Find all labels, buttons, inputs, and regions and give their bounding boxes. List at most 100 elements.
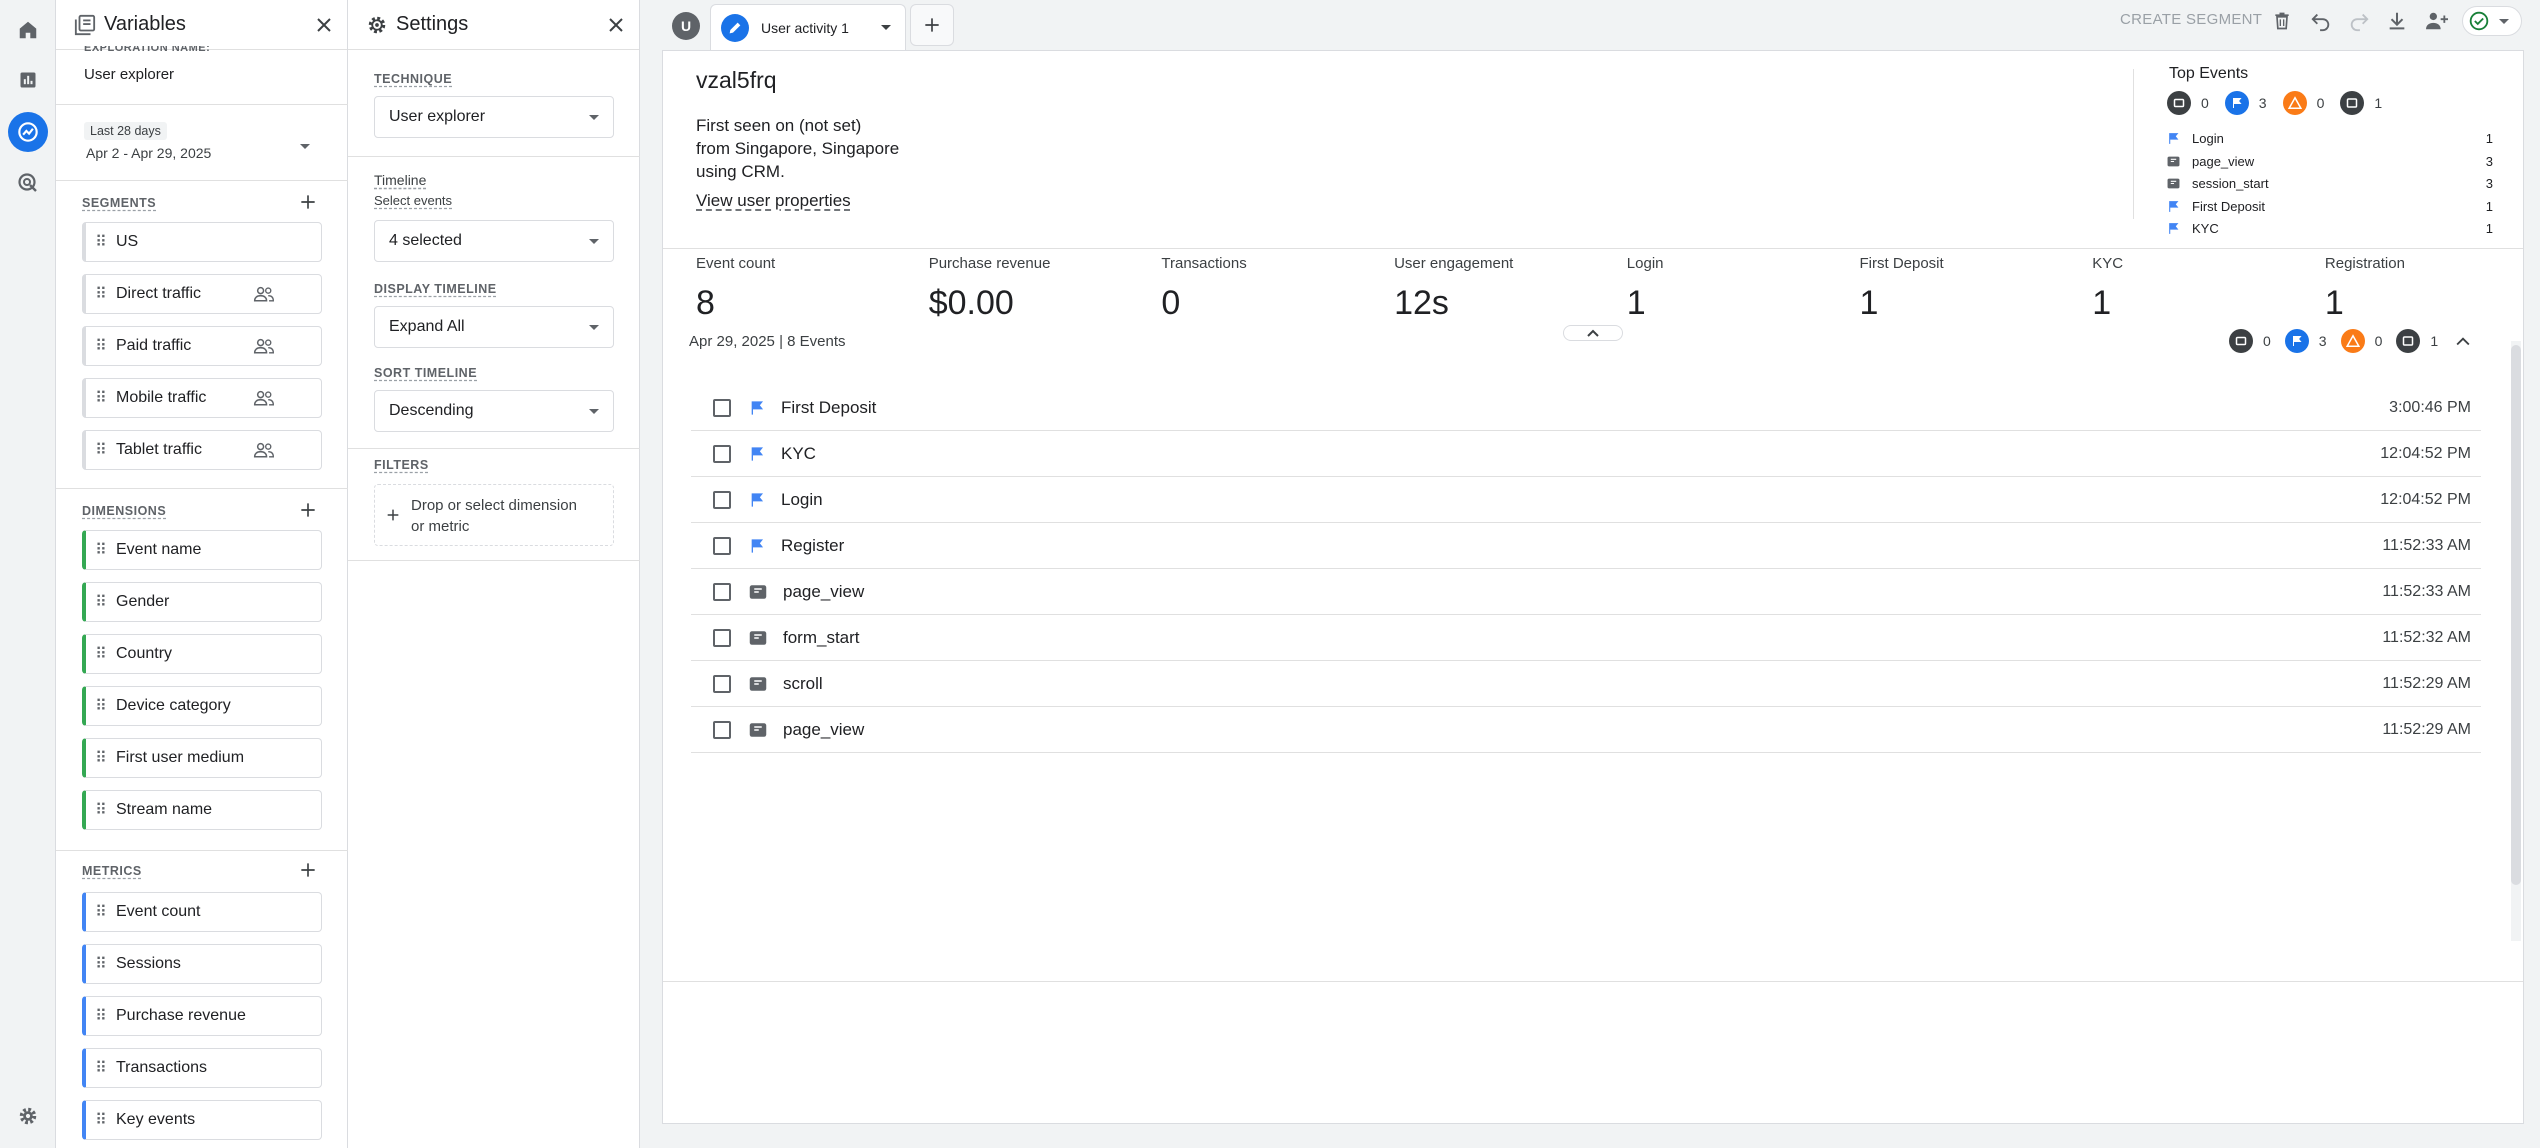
sort-timeline-label: SORT TIMELINE bbox=[374, 366, 478, 380]
metric-chip[interactable]: ⠿ Event count bbox=[82, 892, 322, 932]
timeline-event-row[interactable]: Register 11:52:33 AM bbox=[691, 523, 2481, 569]
nav-rail bbox=[0, 0, 56, 1148]
metric-chip[interactable]: ⠿ Purchase revenue bbox=[82, 996, 322, 1036]
undo-icon[interactable] bbox=[2310, 10, 2332, 32]
segment-label: Mobile traffic bbox=[116, 389, 207, 406]
dropdown-arrow-icon bbox=[589, 408, 599, 414]
dimension-chip[interactable]: ⠿ Country bbox=[82, 634, 322, 674]
segment-label: US bbox=[116, 233, 139, 250]
drag-handle-icon[interactable]: ⠿ bbox=[86, 592, 116, 612]
advertising-icon[interactable] bbox=[8, 163, 48, 203]
dimension-chip[interactable]: ⠿ Gender bbox=[82, 582, 322, 622]
home-icon[interactable] bbox=[8, 10, 48, 50]
timeline-event-row[interactable]: scroll 11:52:29 AM bbox=[691, 661, 2481, 707]
timeline-event-row[interactable]: form_start 11:52:32 AM bbox=[691, 615, 2481, 661]
dimension-chip[interactable]: ⠿ First user medium bbox=[82, 738, 322, 778]
variables-panel: Variables EXPLORATION NAME: User explore… bbox=[56, 0, 348, 1148]
drag-handle-icon[interactable]: ⠿ bbox=[86, 440, 116, 460]
event-checkbox[interactable] bbox=[713, 720, 731, 739]
select-events-select[interactable]: 4 selected bbox=[374, 220, 614, 262]
event-checkbox[interactable] bbox=[713, 536, 731, 555]
segment-chip[interactable]: ⠿ Paid traffic bbox=[82, 326, 322, 366]
scrollbar-thumb[interactable] bbox=[2511, 345, 2521, 885]
segment-chip[interactable]: ⠿ US bbox=[82, 222, 322, 262]
scrollbar-track[interactable] bbox=[2511, 341, 2521, 941]
metric-value: 0 bbox=[1161, 284, 1181, 322]
metric-label: Transactions bbox=[1161, 255, 1247, 272]
drag-handle-icon[interactable]: ⠿ bbox=[86, 1006, 116, 1026]
metric-card: Event count 8 bbox=[696, 255, 775, 323]
segment-chip[interactable]: ⠿ Tablet traffic bbox=[82, 430, 322, 470]
admin-gear-icon[interactable] bbox=[8, 1096, 48, 1136]
metric-chip[interactable]: ⠿ Sessions bbox=[82, 944, 322, 984]
drag-handle-icon[interactable]: ⠿ bbox=[86, 232, 116, 252]
event-checkbox[interactable] bbox=[713, 490, 731, 509]
location-text: from Singapore, Singapore bbox=[696, 139, 900, 158]
timeline-event-row[interactable]: First Deposit 3:00:46 PM bbox=[691, 385, 2481, 431]
timeline-event-row[interactable]: Login 12:04:52 PM bbox=[691, 477, 2481, 523]
share-user-icon[interactable] bbox=[2424, 10, 2450, 32]
timeline-event-row[interactable]: page_view 11:52:33 AM bbox=[691, 569, 2481, 615]
download-icon[interactable] bbox=[2386, 10, 2408, 32]
event-checkbox[interactable] bbox=[713, 582, 731, 601]
display-timeline-select[interactable]: Expand All bbox=[374, 306, 614, 348]
view-user-properties-link[interactable]: View user properties bbox=[696, 191, 851, 211]
top-event-count: 1 bbox=[2485, 221, 2493, 236]
drag-handle-icon[interactable]: ⠿ bbox=[86, 284, 116, 304]
segment-chip[interactable]: ⠿ Mobile traffic bbox=[82, 378, 322, 418]
event-checkbox[interactable] bbox=[713, 398, 731, 417]
event-checkbox[interactable] bbox=[713, 444, 731, 463]
metric-chip[interactable]: ⠿ Key events bbox=[82, 1100, 322, 1140]
drag-handle-icon[interactable]: ⠿ bbox=[86, 696, 116, 716]
event-checkbox[interactable] bbox=[713, 674, 731, 693]
drag-handle-icon[interactable]: ⠿ bbox=[86, 388, 116, 408]
tab-menu-icon[interactable] bbox=[881, 25, 891, 30]
dimension-chip[interactable]: ⠿ Stream name bbox=[82, 790, 322, 830]
dimension-label: Event name bbox=[116, 541, 202, 558]
drag-handle-icon[interactable]: ⠿ bbox=[86, 1110, 116, 1130]
drag-handle-icon[interactable]: ⠿ bbox=[86, 1058, 116, 1078]
metric-chip[interactable]: ⠿ Transactions bbox=[82, 1048, 322, 1088]
save-status-button[interactable] bbox=[2462, 6, 2522, 36]
drag-handle-icon[interactable]: ⠿ bbox=[86, 954, 116, 974]
drag-handle-icon[interactable]: ⠿ bbox=[86, 336, 116, 356]
drag-handle-icon[interactable]: ⠿ bbox=[86, 902, 116, 922]
reports-icon[interactable] bbox=[8, 60, 48, 100]
sort-timeline-select[interactable]: Descending bbox=[374, 390, 614, 432]
explore-icon[interactable] bbox=[8, 112, 48, 152]
technique-select[interactable]: User explorer bbox=[374, 96, 614, 138]
dimension-chip[interactable]: ⠿ Device category bbox=[82, 686, 322, 726]
timeline-summary: 0 3 0 1 bbox=[2229, 329, 2470, 353]
exploration-name[interactable]: User explorer bbox=[84, 66, 174, 83]
collapse-summary-button[interactable] bbox=[1563, 325, 1623, 341]
segment-label: Paid traffic bbox=[116, 337, 192, 354]
top-event-name: page_view bbox=[2192, 153, 2255, 169]
event-time: 3:00:46 PM bbox=[2389, 398, 2471, 416]
drag-handle-icon[interactable]: ⠿ bbox=[86, 748, 116, 768]
drag-handle-icon[interactable]: ⠿ bbox=[86, 800, 116, 820]
collapse-day-icon[interactable] bbox=[2456, 336, 2470, 346]
create-segment-button[interactable]: CREATE SEGMENT bbox=[2120, 11, 2262, 28]
close-icon[interactable] bbox=[315, 16, 333, 34]
drag-handle-icon[interactable]: ⠿ bbox=[86, 540, 116, 560]
add-dimension-icon[interactable] bbox=[298, 500, 318, 520]
add-tab-button[interactable] bbox=[910, 4, 954, 46]
dimension-chip[interactable]: ⠿ Event name bbox=[82, 530, 322, 570]
add-segment-icon[interactable] bbox=[298, 192, 318, 212]
timeline-event-row[interactable]: KYC 12:04:52 PM bbox=[691, 431, 2481, 477]
flag-icon bbox=[749, 399, 765, 417]
close-icon[interactable] bbox=[607, 16, 625, 34]
segment-chip[interactable]: ⠿ Direct traffic bbox=[82, 274, 322, 314]
filters-drop-zone[interactable]: Drop or select dimension or metric bbox=[374, 484, 614, 546]
drag-handle-icon[interactable]: ⠿ bbox=[86, 644, 116, 664]
add-metric-icon[interactable] bbox=[298, 860, 318, 880]
redo-icon[interactable] bbox=[2348, 10, 2370, 32]
page-view-icon bbox=[2167, 155, 2180, 168]
tab-user-activity[interactable]: User activity 1 bbox=[710, 4, 906, 50]
delete-icon[interactable] bbox=[2272, 10, 2292, 32]
user-info: First seen on (not set) from Singapore, … bbox=[696, 114, 899, 183]
date-range-selector[interactable]: Last 28 days Apr 2 - Apr 29, 2025 bbox=[84, 122, 324, 166]
add-filter-icon[interactable] bbox=[385, 507, 401, 523]
event-checkbox[interactable] bbox=[713, 628, 731, 647]
timeline-event-row[interactable]: page_view 11:52:29 AM bbox=[691, 707, 2481, 753]
